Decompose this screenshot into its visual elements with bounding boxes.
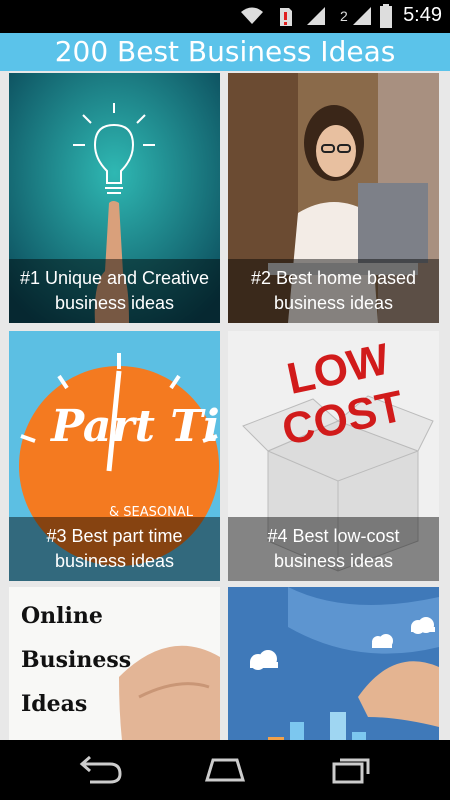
online-business-image: Online Business Ideas (9, 587, 220, 740)
idea-card-3[interactable]: Part Time & SEASONAL #3 Best part time b… (9, 331, 220, 581)
svg-text:Online: Online (21, 603, 103, 629)
idea-card-label: #3 Best part time business ideas (9, 517, 220, 581)
idea-card-label: #4 Best low-cost business ideas (228, 517, 439, 581)
idea-card-label: #2 Best home based business ideas (228, 259, 439, 323)
status-time: 5:49 (403, 4, 442, 26)
recents-icon[interactable] (320, 752, 380, 788)
svg-text:Ideas: Ideas (21, 691, 87, 717)
status-bar: 2 5:49 (0, 0, 450, 33)
back-icon[interactable] (70, 752, 130, 788)
city-growth-image (228, 587, 439, 740)
nav-bar (0, 740, 450, 800)
sim-alert-icon (280, 8, 292, 26)
idea-grid: #1 Unique and Creative business ideas #2… (0, 71, 450, 740)
battery-icon (380, 4, 392, 28)
signal-icon (353, 7, 371, 25)
home-icon[interactable] (195, 752, 255, 788)
page-title: 200 Best Business Ideas (54, 35, 396, 68)
idea-card-4[interactable]: LOW COST #4 Best low-cost business ideas (228, 331, 439, 581)
part-time-text: Part Time (49, 401, 220, 452)
idea-card-5[interactable]: Online Business Ideas (9, 587, 220, 740)
idea-card-2[interactable]: #2 Best home based business ideas (228, 73, 439, 323)
idea-card-6[interactable] (228, 587, 439, 740)
signal-icon (307, 7, 325, 25)
idea-card-label: #1 Unique and Creative business ideas (9, 259, 220, 323)
idea-card-1[interactable]: #1 Unique and Creative business ideas (9, 73, 220, 323)
network-badge: 2 (340, 8, 348, 24)
app-bar: 200 Best Business Ideas (0, 33, 450, 71)
wifi-icon (241, 7, 263, 24)
svg-text:Business: Business (21, 647, 131, 673)
